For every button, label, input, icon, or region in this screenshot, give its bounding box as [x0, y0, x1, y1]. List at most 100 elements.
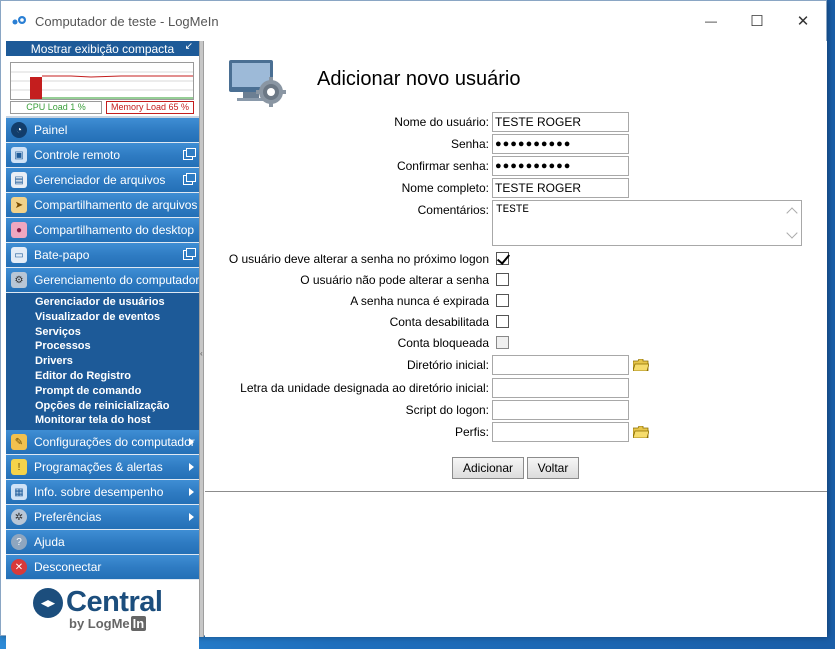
- row-password: Senha: ●●●●●●●●●●: [205, 134, 827, 154]
- browse-folder-icon[interactable]: [633, 426, 649, 438]
- back-button[interactable]: Voltar: [527, 457, 579, 479]
- comments-textarea[interactable]: TESTE: [492, 200, 802, 246]
- close-button[interactable]: ✕: [780, 1, 826, 41]
- main-content: Adicionar novo usuário Nome do usuário: …: [205, 41, 827, 637]
- nav-desconectar[interactable]: ✕ Desconectar: [6, 555, 199, 581]
- nav-controle-remoto[interactable]: ▣ Controle remoto: [6, 143, 199, 168]
- computer-management-submenu: Gerenciador de usuários Visualizador de …: [6, 293, 199, 431]
- nav-label: Compartilhamento do desktop: [34, 223, 195, 237]
- home-dir-label: Diretório inicial:: [406, 358, 489, 372]
- comments-scrollbar[interactable]: [784, 201, 801, 245]
- logmein-app-icon: [11, 13, 27, 29]
- confirm-password-field[interactable]: ●●●●●●●●●●: [492, 156, 629, 176]
- nav-label: Programações & alertas: [34, 460, 163, 475]
- compact-view-toggle[interactable]: Mostrar exibição compacta ↙: [6, 41, 199, 56]
- cpu-load-label: CPU Load 1 %: [10, 101, 102, 114]
- nav-painel[interactable]: ◔ Painel: [6, 118, 199, 143]
- home-dir-field[interactable]: [492, 355, 629, 375]
- subnav-editor-registro[interactable]: Editor do Registro: [6, 369, 199, 384]
- locked-checkbox[interactable]: [496, 336, 509, 349]
- nav-label: Ajuda: [34, 535, 65, 550]
- computer-gear-icon: [229, 60, 286, 107]
- subnav-drivers[interactable]: Drivers: [6, 354, 199, 369]
- central-wordmark: ◂▸ Central: [33, 586, 163, 619]
- comments-label: Comentários:: [417, 203, 489, 217]
- nav-label: Gerenciamento do computador: [34, 273, 199, 287]
- window-controls: — ☐ ✕: [688, 1, 826, 41]
- cannot-change-checkbox[interactable]: [496, 273, 509, 286]
- nav-programacoes-alertas[interactable]: ! Programações & alertas: [6, 455, 199, 481]
- subnav-processos[interactable]: Processos: [6, 339, 199, 354]
- nav-label: Gerenciador de arquivos: [34, 173, 166, 187]
- load-labels: CPU Load 1 % Memory Load 65 %: [10, 101, 194, 114]
- logon-script-field[interactable]: [492, 400, 629, 420]
- nav-bate-papo[interactable]: ▭ Bate-papo: [6, 243, 199, 268]
- performance-icon: ▦: [11, 484, 27, 501]
- never-expires-label: A senha nunca é expirada: [350, 294, 489, 308]
- page-title: Adicionar novo usuário: [317, 68, 521, 90]
- browse-folder-icon[interactable]: [633, 359, 649, 371]
- scroll-up-icon: [786, 207, 798, 219]
- memory-load-label: Memory Load 65 %: [106, 101, 194, 114]
- subnav-gerenciador-usuarios[interactable]: Gerenciador de usuários: [6, 295, 199, 310]
- username-field[interactable]: TESTE ROGER: [492, 112, 629, 132]
- open-window-icon: [183, 173, 196, 185]
- file-sharing-icon: ➤: [11, 197, 27, 213]
- must-change-checkbox[interactable]: [496, 252, 509, 265]
- disconnect-icon: ✕: [11, 559, 27, 576]
- content-divider: [205, 491, 827, 492]
- row-never-expires: A senha nunca é expirada: [205, 291, 827, 311]
- maximize-icon: ☐: [750, 13, 764, 30]
- nav-gerenciador-arquivos[interactable]: ▤ Gerenciador de arquivos: [6, 168, 199, 193]
- maximize-button[interactable]: ☐: [734, 1, 780, 41]
- row-full-name: Nome completo: TESTE ROGER: [205, 178, 827, 198]
- locked-label: Conta bloqueada: [397, 336, 489, 350]
- expand-arrow-icon: [189, 513, 194, 522]
- nav-compartilhamento-desktop[interactable]: ● Compartilhamento do desktop: [6, 218, 199, 243]
- profiles-field[interactable]: [492, 422, 629, 442]
- minimize-icon: —: [705, 14, 717, 28]
- nav-label: Bate-papo: [34, 248, 90, 262]
- home-drive-field[interactable]: [492, 378, 629, 398]
- row-disabled: Conta desabilitada: [205, 312, 827, 332]
- load-graph: [10, 62, 194, 100]
- minimize-button[interactable]: —: [688, 1, 734, 41]
- sidebar-splitter[interactable]: ‹: [199, 41, 204, 637]
- nav-compartilhamento-arquivos[interactable]: ➤ Compartilhamento de arquivos: [6, 193, 199, 218]
- nav-label: Controle remoto: [34, 148, 121, 162]
- computer-settings-icon: ✎: [11, 434, 27, 451]
- subnav-visualizador-eventos[interactable]: Visualizador de eventos: [6, 310, 199, 325]
- subnav-prompt-comando[interactable]: Prompt de comando: [6, 384, 199, 399]
- password-field[interactable]: ●●●●●●●●●●: [492, 134, 629, 154]
- dashboard-icon: ◔: [11, 122, 27, 138]
- row-home-dir: Diretório inicial:: [205, 355, 827, 375]
- preferences-icon: ✲: [11, 509, 27, 526]
- subnav-servicos[interactable]: Serviços: [6, 325, 199, 340]
- nav-configuracoes-computador[interactable]: ✎ Configurações do computador: [6, 430, 199, 456]
- computer-management-icon: ⚙: [11, 272, 27, 288]
- cannot-change-label: O usuário não pode alterar a senha: [300, 273, 489, 287]
- expand-arrow-icon: [189, 463, 194, 472]
- compact-view-label: Mostrar exibição compacta: [30, 41, 175, 56]
- open-window-icon: [183, 248, 196, 260]
- profiles-label: Perfis:: [454, 425, 489, 439]
- nav-ajuda[interactable]: ? Ajuda: [6, 530, 199, 556]
- collapse-arrow-icon: ↙: [184, 41, 193, 52]
- help-icon: ?: [11, 534, 27, 551]
- nav-info-desempenho[interactable]: ▦ Info. sobre desempenho: [6, 480, 199, 506]
- row-profiles: Perfis:: [205, 422, 827, 442]
- add-button[interactable]: Adicionar: [452, 457, 524, 479]
- never-expires-checkbox[interactable]: [496, 294, 509, 307]
- comments-value: TESTE: [496, 204, 530, 216]
- subnav-opcoes-reinicializacao[interactable]: Opções de reinicialização: [6, 399, 199, 414]
- row-comments: Comentários: TESTE: [205, 200, 827, 248]
- nav-gerenciamento-computador[interactable]: ⚙ Gerenciamento do computador: [6, 268, 199, 293]
- subnav-monitorar-tela[interactable]: Monitorar tela do host: [6, 413, 199, 428]
- disabled-label: Conta desabilitada: [389, 315, 489, 329]
- row-confirm-password: Confirmar senha: ●●●●●●●●●●: [205, 156, 827, 176]
- load-monitor: CPU Load 1 % Memory Load 65 %: [6, 56, 199, 118]
- full-name-field[interactable]: TESTE ROGER: [492, 178, 629, 198]
- nav-preferencias[interactable]: ✲ Preferências: [6, 505, 199, 531]
- desktop-sharing-icon: ●: [11, 222, 27, 238]
- disabled-checkbox[interactable]: [496, 315, 509, 328]
